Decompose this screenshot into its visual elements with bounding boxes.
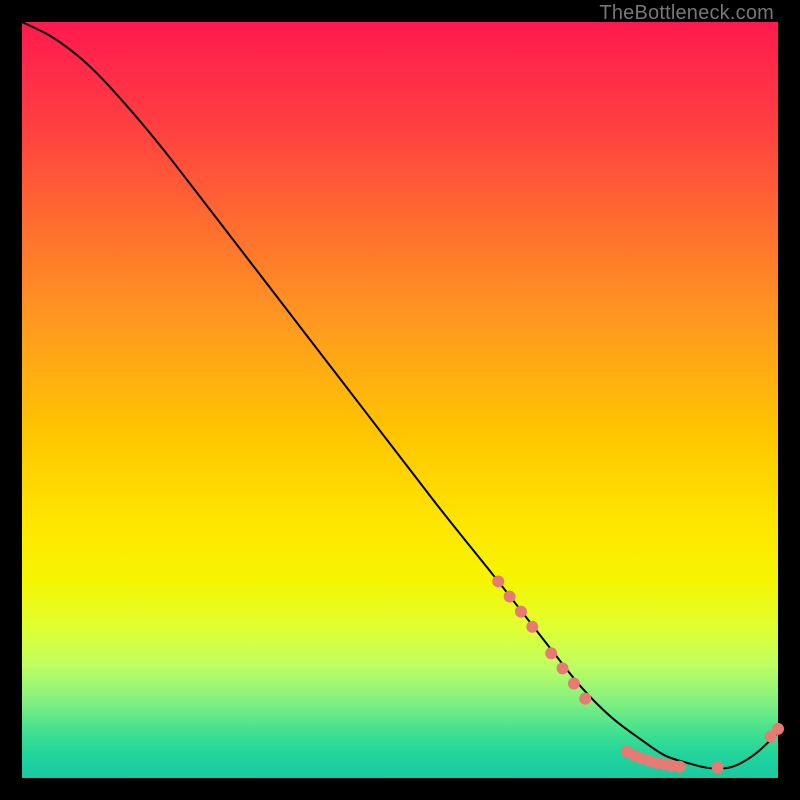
curve-marker <box>526 621 538 633</box>
curve-marker <box>579 693 591 705</box>
plot-area <box>22 22 778 778</box>
curve-marker <box>712 761 724 773</box>
chart-stage: TheBottleneck.com <box>0 0 800 800</box>
bottleneck-curve-path <box>22 22 778 769</box>
curve-marker <box>568 678 580 690</box>
curve-marker <box>545 647 557 659</box>
curve-marker <box>557 662 569 674</box>
curve-svg <box>22 22 778 778</box>
curve-marker <box>674 761 686 773</box>
curve-markers <box>492 575 784 773</box>
curve-marker <box>492 575 504 587</box>
curve-marker <box>515 606 527 618</box>
curve-marker <box>504 591 516 603</box>
curve-marker <box>772 723 784 735</box>
